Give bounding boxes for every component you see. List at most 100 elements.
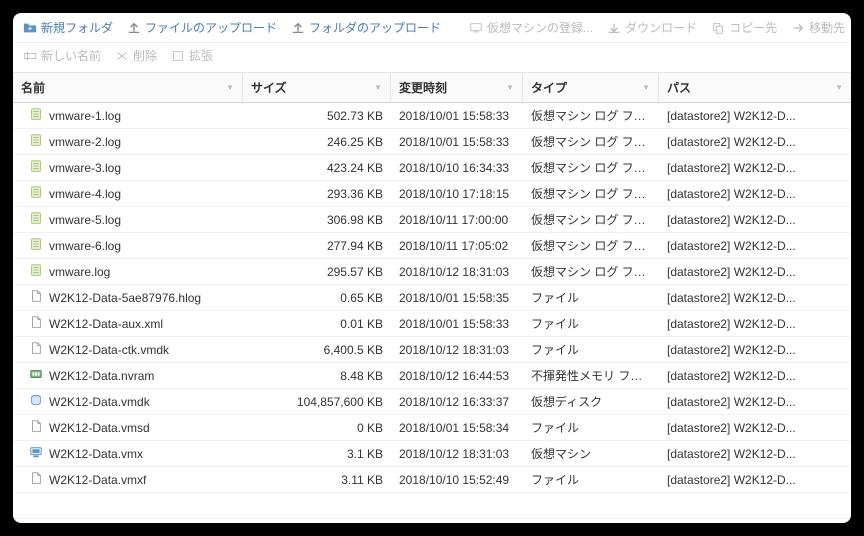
cell-type: 仮想マシン ログ ファ... [523,237,659,254]
file-icon [29,315,43,332]
cell-size: 0.65 KB [243,291,391,305]
table-row[interactable]: vmware-2.log 246.25 KB2018/10/01 15:58:33… [13,129,851,155]
sort-icon: ▼ [835,83,843,92]
download-icon [607,21,621,35]
cell-type: ファイル [523,341,659,358]
table-row[interactable]: W2K12-Data.nvram8.48 KB2018/10/12 16:44:… [13,363,851,389]
table-row[interactable]: W2K12-Data.vmx3.1 KB2018/10/12 18:31:03仮… [13,441,851,467]
table-row[interactable]: vmware.log295.57 KB2018/10/12 18:31:03仮想… [13,259,851,285]
cell-size: 306.98 KB [243,213,391,227]
delete-icon [115,49,129,63]
table-row[interactable]: vmware-1.log502.73 KB2018/10/01 15:58:33… [13,103,851,129]
delete-button[interactable]: 削除 [115,47,157,64]
cell-path: [datastore2] W2K12-D... [659,343,851,357]
table-row[interactable]: W2K12-Data.vmxf3.11 KB2018/10/10 15:52:4… [13,467,851,493]
upload-folder-label: フォルダのアップロード [309,19,441,36]
table-row[interactable]: W2K12-Data.vmsd0 KB2018/10/01 15:58:34ファ… [13,415,851,441]
column-header-name[interactable]: 名前▼ [13,73,243,102]
file-name: W2K12-Data-aux.xml [49,317,163,331]
copy-icon [711,21,725,35]
column-header-path[interactable]: パス▼ [659,73,851,102]
delete-label: 削除 [133,47,157,64]
cell-size: 423.24 KB [243,161,391,175]
cell-date: 2018/10/12 18:31:03 [391,343,523,357]
table-row[interactable]: W2K12-Data-ctk.vmdk6,400.5 KB2018/10/12 … [13,337,851,363]
file-icon [29,159,43,176]
cell-date: 2018/10/10 17:18:15 [391,187,523,201]
register-vm-label: 仮想マシンの登録... [487,19,593,36]
table-row-empty [13,493,851,519]
cell-date: 2018/10/10 16:34:33 [391,161,523,175]
sort-icon: ▼ [226,83,234,92]
cell-name: W2K12-Data.nvram [13,367,243,384]
table-row[interactable]: vmware-4.log293.36 KB2018/10/10 17:18:15… [13,181,851,207]
table-row[interactable]: vmware-5.log306.98 KB2018/10/11 17:00:00… [13,207,851,233]
cell-type: ファイル [523,419,659,436]
cell-path: [datastore2] W2K12-D... [659,473,851,487]
table-row[interactable]: W2K12-Data-aux.xml0.01 KB2018/10/01 15:5… [13,311,851,337]
rename-label: 新しい名前 [41,47,101,64]
cell-date: 2018/10/01 15:58:33 [391,135,523,149]
cell-type: 仮想マシン ログ ファ... [523,185,659,202]
cell-path: [datastore2] W2K12-D... [659,369,851,383]
upload-folder-button[interactable]: フォルダのアップロード [291,19,441,36]
cell-name: W2K12-Data.vmxf [13,471,243,488]
file-icon [29,367,43,384]
cell-name: W2K12-Data-aux.xml [13,315,243,332]
table-row[interactable]: vmware-6.log277.94 KB2018/10/11 17:05:02… [13,233,851,259]
expand-button[interactable]: 拡張 [171,47,213,64]
sort-icon: ▼ [374,83,382,92]
column-header-size[interactable]: サイズ▼ [243,73,391,102]
new-folder-button[interactable]: 新規フォルダ [23,19,113,36]
cell-path: [datastore2] W2K12-D... [659,395,851,409]
table-row[interactable]: W2K12-Data.vmdk104,857,600 KB2018/10/12 … [13,389,851,415]
rename-button[interactable]: 新しい名前 [23,47,101,64]
file-name: W2K12-Data.vmx [49,447,143,461]
file-name: W2K12-Data.vmdk [49,395,150,409]
cell-size: 277.94 KB [243,239,391,253]
file-icon [29,107,43,124]
move-to-button[interactable]: 移動先 [791,19,845,36]
cell-size: 0 KB [243,421,391,435]
download-button[interactable]: ダウンロード [607,19,697,36]
table-row[interactable]: W2K12-Data-5ae87976.hlog 0.65 KB2018/10/0… [13,285,851,311]
cell-date: 2018/10/12 18:31:03 [391,447,523,461]
toolbar-row-1: 新規フォルダ ファイルのアップロード フォルダのアップロード 仮想マシンの登録.… [13,13,851,43]
download-label: ダウンロード [625,19,697,36]
file-name: W2K12-Data.vmxf [49,473,146,487]
cell-type: ファイル [523,289,659,306]
upload-file-label: ファイルのアップロード [145,19,277,36]
cell-size: 3.11 KB [243,473,391,487]
cell-type: 仮想マシン ログ ファ... [523,133,659,150]
table-header: 名前▼ サイズ▼ 変更時刻▼ タイプ▼ パス▼ [13,73,851,103]
cell-date: 2018/10/01 15:58:35 [391,291,523,305]
cell-path: [datastore2] W2K12-D... [659,317,851,331]
file-name: vmware-2.log [49,135,121,149]
copy-to-button[interactable]: コピー先 [711,19,777,36]
register-vm-button[interactable]: 仮想マシンの登録... [469,19,593,36]
file-icon [29,185,43,202]
vm-icon [469,21,483,35]
upload-file-button[interactable]: ファイルのアップロード [127,19,277,36]
cell-name: vmware-4.log [13,185,243,202]
column-header-type[interactable]: タイプ▼ [523,73,659,102]
file-icon [29,211,43,228]
cell-name: vmware-2.log [13,133,243,150]
cell-name: vmware-3.log [13,159,243,176]
cell-size: 293.36 KB [243,187,391,201]
datastore-browser-window: 新規フォルダ ファイルのアップロード フォルダのアップロード 仮想マシンの登録.… [13,13,851,523]
cell-path: [datastore2] W2K12-D... [659,447,851,461]
cell-size: 246.25 KB [243,135,391,149]
column-header-modified[interactable]: 変更時刻▼ [391,73,523,102]
cell-type: 仮想マシン ログ ファ... [523,211,659,228]
file-name: vmware-1.log [49,109,121,123]
file-name: W2K12-Data-5ae87976.hlog [49,291,201,305]
file-name: W2K12-Data.nvram [49,369,154,383]
file-name: W2K12-Data-ctk.vmdk [49,343,169,357]
file-icon [29,419,43,436]
file-icon [29,445,43,462]
table-row[interactable]: vmware-3.log423.24 KB2018/10/10 16:34:33… [13,155,851,181]
file-icon [29,133,43,150]
file-name: W2K12-Data.vmsd [49,421,150,435]
cell-type: ファイル [523,471,659,488]
